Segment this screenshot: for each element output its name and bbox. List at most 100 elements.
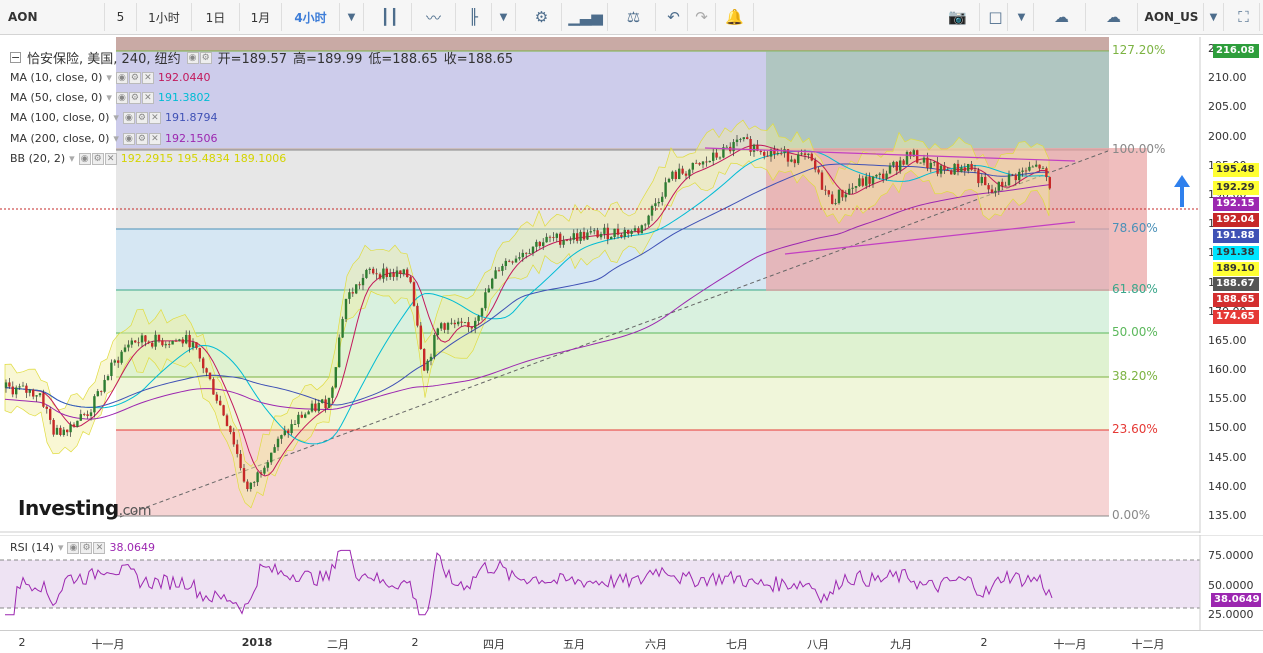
chart-type-dropdown-icon[interactable]: ▼: [492, 3, 516, 31]
camera-icon[interactable]: 📷: [936, 3, 980, 31]
candle-body: [637, 228, 640, 234]
candle-body: [375, 273, 378, 275]
candle-body: [76, 420, 79, 427]
candle-body: [28, 389, 31, 393]
candle-body: [494, 270, 497, 279]
candle-body: [630, 230, 633, 234]
candle-body: [701, 161, 705, 165]
cloud-load-icon[interactable]: ☁: [1038, 3, 1086, 31]
ma200-buttons[interactable]: ◉ ⚙ ✕: [122, 132, 161, 145]
candle-body: [307, 411, 310, 415]
candle-body: [11, 386, 14, 395]
rsi-buttons[interactable]: ◉ ⚙ ✕: [67, 541, 106, 554]
candle-body: [49, 408, 52, 420]
candle-body: [467, 322, 470, 328]
ma10-legend[interactable]: MA (10, close, 0) ▾ ◉ ⚙ ✕ 192.0440: [10, 71, 210, 84]
candle-body: [402, 269, 405, 275]
candle-body: [202, 358, 205, 369]
candle-body: [603, 227, 606, 234]
price-label: 195.48: [1213, 163, 1259, 177]
candle-body: [409, 277, 412, 283]
price-tick: 150.00: [1208, 421, 1247, 435]
legend-buttons[interactable]: ◉ ⚙: [186, 51, 212, 64]
candle-body: [616, 228, 620, 235]
alert-icon[interactable]: 🔔: [716, 3, 754, 31]
symbol-code[interactable]: AON_US: [1140, 3, 1204, 31]
ma100-legend[interactable]: MA (100, close, 0) ▾ ◉ ⚙ ✕ 191.8794: [10, 111, 217, 124]
layout-dropdown-icon[interactable]: ▼: [1010, 3, 1034, 31]
candle-body: [368, 268, 371, 270]
candle-body: [273, 447, 276, 453]
candlestick-icon[interactable]: ┃┃: [368, 3, 412, 31]
time-tick: 八月: [807, 638, 829, 651]
settings-icon[interactable]: ⚙: [522, 3, 562, 31]
candle-body: [300, 414, 303, 418]
undo-icon[interactable]: ↶: [660, 3, 688, 31]
candle-body: [528, 253, 531, 254]
candle-body: [871, 176, 875, 184]
symbol-dropdown-icon[interactable]: ▼: [1204, 3, 1224, 31]
candle-body: [559, 233, 562, 245]
line-chart-icon[interactable]: 〰: [412, 3, 456, 31]
indicators-icon[interactable]: ▁▃▅: [564, 3, 608, 31]
candle-body: [997, 181, 1000, 191]
layout-icon[interactable]: □: [984, 3, 1008, 31]
interval-5m[interactable]: 5: [105, 3, 137, 31]
ma50-buttons[interactable]: ◉ ⚙ ✕: [115, 91, 154, 104]
candle-body: [25, 385, 28, 393]
candle-body: [963, 167, 966, 171]
candle-body: [358, 284, 361, 286]
time-tick: 2: [980, 636, 988, 649]
interval-4h[interactable]: 4小时: [282, 3, 340, 31]
collapse-icon[interactable]: −: [10, 52, 21, 63]
candle-body: [429, 356, 433, 361]
interval-1mo[interactable]: 1月: [240, 3, 282, 31]
candle-body: [378, 274, 382, 279]
candle-body: [746, 137, 749, 140]
long-position-target[interactable]: [766, 51, 1109, 148]
ma50-legend[interactable]: MA (50, close, 0) ▾ ◉ ⚙ ✕ 191.3802: [10, 91, 210, 104]
candle-body: [32, 389, 35, 397]
price-label: 188.65: [1213, 293, 1259, 307]
interval-1h[interactable]: 1小时: [137, 3, 192, 31]
candle-body: [933, 162, 936, 163]
bb-buttons[interactable]: ◉ ⚙ ✕: [78, 152, 117, 165]
price-label: 189.10: [1213, 262, 1259, 276]
candle-body: [130, 340, 133, 345]
ma10-buttons[interactable]: ◉ ⚙ ✕: [115, 71, 154, 84]
candle-body: [1001, 181, 1004, 187]
ma200-legend[interactable]: MA (200, close, 0) ▾ ◉ ⚙ ✕ 192.1506: [10, 132, 217, 145]
ma100-buttons[interactable]: ◉ ⚙ ✕: [122, 111, 161, 124]
candle-body: [440, 323, 443, 329]
candle-body: [42, 393, 45, 407]
rsi-chart[interactable]: [0, 535, 1263, 631]
candle-body: [246, 481, 249, 490]
time-tick: 十一月: [1053, 638, 1087, 651]
candle-body: [103, 379, 106, 392]
candle-body: [1048, 177, 1051, 189]
interval-1d[interactable]: 1日: [192, 3, 240, 31]
candle-body: [389, 273, 392, 278]
candle-body: [990, 189, 994, 193]
candle-body: [916, 150, 919, 163]
candle-body: [117, 360, 120, 363]
candle-body: [858, 178, 861, 187]
time-axis[interactable]: 2 十一月 2018 二月 2 四月 五月 六月 七月 八月 九月 2 十一月 十二月: [0, 630, 1263, 653]
candle-body: [518, 257, 521, 259]
bar-chart-icon[interactable]: ╟: [456, 3, 492, 31]
cloud-save-icon[interactable]: ☁: [1090, 3, 1138, 31]
fullscreen-icon[interactable]: ⛶: [1228, 3, 1260, 31]
redo-icon[interactable]: ↷: [688, 3, 716, 31]
candle-body: [973, 169, 977, 171]
candle-body: [980, 176, 983, 184]
interval-dropdown-icon[interactable]: ▼: [340, 3, 364, 31]
candle-body: [416, 305, 419, 326]
bb-legend[interactable]: BB (20, 2) ▾ ◉ ⚙ ✕ 192.2915 195.4834 189.10…: [10, 152, 286, 165]
symbol-search[interactable]: AON: [0, 3, 105, 31]
ma50-value: 191.3802: [157, 91, 211, 104]
candle-body: [266, 462, 269, 468]
compare-icon[interactable]: ⚖: [612, 3, 656, 31]
candle-body: [868, 176, 871, 184]
candle-body: [212, 379, 215, 395]
rsi-legend[interactable]: RSI (14) ▾ ◉ ⚙ ✕ 38.0649: [10, 541, 155, 554]
